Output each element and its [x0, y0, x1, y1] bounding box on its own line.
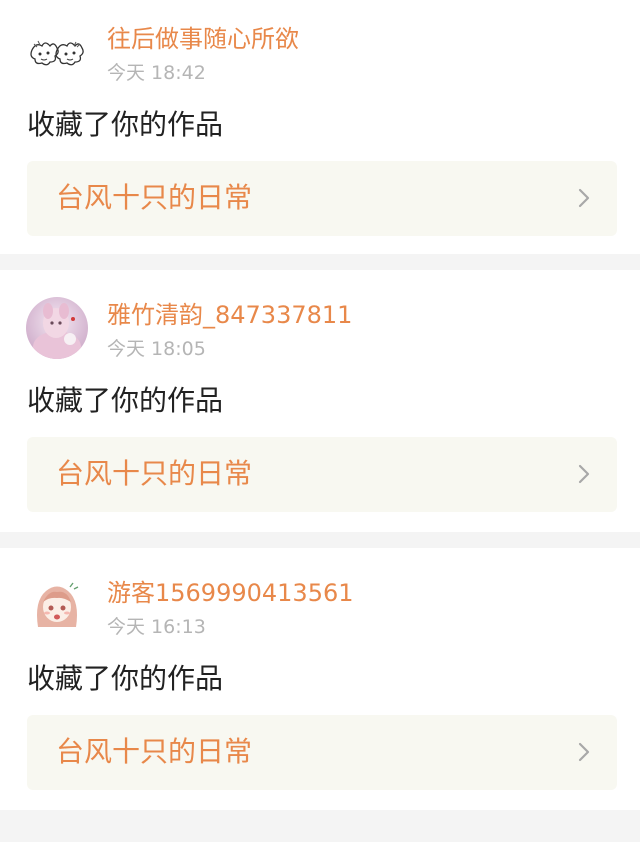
timestamp: 今天 16:13	[107, 616, 206, 638]
work-title: 台风十只的日常	[56, 735, 253, 768]
timestamp: 今天 18:05	[107, 338, 206, 360]
action-text: 收藏了你的作品	[27, 384, 224, 417]
action-text: 收藏了你的作品	[27, 662, 224, 695]
pink-costume-avatar-icon	[26, 297, 88, 359]
user-avatar[interactable]	[26, 297, 88, 359]
notification-card: 往后做事随心所欲 今天 18:42 收藏了你的作品 台风十只的日常	[0, 0, 640, 254]
anime-girl-avatar-icon	[26, 575, 88, 637]
chevron-right-icon	[577, 741, 591, 763]
work-title: 台风十只的日常	[56, 181, 253, 214]
chevron-right-icon	[577, 187, 591, 209]
notification-feed: 往后做事随心所欲 今天 18:42 收藏了你的作品 台风十只的日常 雅竹清韵_8…	[0, 0, 640, 810]
action-text: 收藏了你的作品	[27, 108, 224, 141]
notification-card: 雅竹清韵_847337811 今天 18:05 收藏了你的作品 台风十只的日常	[0, 270, 640, 532]
work-link-card[interactable]: 台风十只的日常	[27, 161, 617, 236]
username[interactable]: 往后做事随心所欲	[107, 25, 299, 53]
chevron-right-icon	[577, 463, 591, 485]
user-avatar[interactable]	[26, 575, 88, 637]
username[interactable]: 雅竹清韵_847337811	[107, 301, 352, 329]
notification-card: 游客1569990413561 今天 16:13 收藏了你的作品 台风十只的日常	[0, 548, 640, 810]
work-link-card[interactable]: 台风十只的日常	[27, 715, 617, 790]
work-title: 台风十只的日常	[56, 457, 253, 490]
timestamp: 今天 18:42	[107, 62, 206, 84]
doodle-avatar-icon	[26, 22, 88, 84]
work-link-card[interactable]: 台风十只的日常	[27, 437, 617, 512]
username[interactable]: 游客1569990413561	[107, 579, 354, 607]
user-avatar[interactable]	[26, 22, 88, 84]
